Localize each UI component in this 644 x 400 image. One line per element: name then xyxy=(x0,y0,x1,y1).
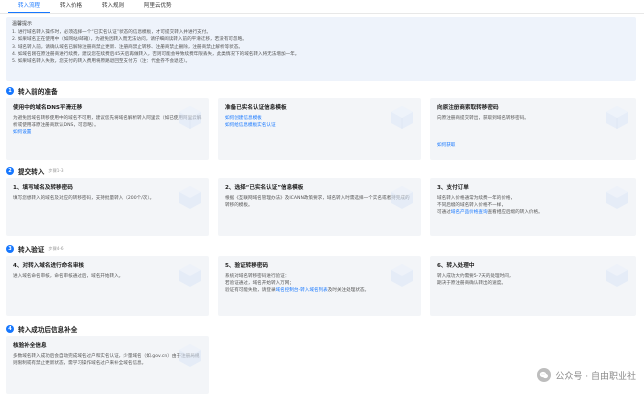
card-text: 为避免因域名转移使用中的域名不可用，建议您先将域名解析转入阿里云（如已使用阿里云… xyxy=(13,116,202,128)
cube-illustration-icon xyxy=(606,186,628,209)
card-text: 根据《互联网域名管理办法》及ICANN政策要求，域名转入时需选择一个实名或者持完… xyxy=(225,196,410,208)
step-number-badge: 3 xyxy=(6,245,14,253)
how-to-set-link[interactable]: 如何设置 xyxy=(13,129,202,136)
notice-box: 温馨提示 1. 进行域名转入操作时，必须选择一个“已实名认证”状态的信息模板，才… xyxy=(6,17,636,81)
step-title: 提交转入 xyxy=(18,168,45,176)
tab-transfer-process[interactable]: 转入流程 xyxy=(8,0,51,13)
notice-line: 5. 如果域名转入失败，您支付的转入费用将原路退回至支付方（注：代金券不会退还）… xyxy=(12,59,191,65)
step-header-1: 1 转入前的准备 xyxy=(6,86,58,96)
step-number-badge: 4 xyxy=(6,325,14,333)
step-range: 步骤1-3 xyxy=(48,168,64,173)
step-number-badge: 2 xyxy=(6,167,14,175)
card-title: 4、对转入域名进行命名审核 xyxy=(13,263,85,269)
step-header-2: 2 提交转入 步骤1-3 xyxy=(6,166,64,176)
card-title: 2、选择“已实名认证”信息模板 xyxy=(225,185,304,191)
card-text: 验证有可能失败，请登录域名控制台-转入域名列表及时关注处理状态。 xyxy=(225,287,414,294)
cube-illustration-icon xyxy=(179,186,201,209)
card-dns-migration: 使用中的域名DNS平滑迁移 为避免因域名转移使用中的域名不可用，建议您先将域名解… xyxy=(6,98,209,160)
card-info-template: 准备已实名认证信息模板 如何创建信息模板 如何给信息模板实名认证 xyxy=(218,98,421,160)
wechat-logo-icon xyxy=(537,368,552,382)
cube-illustration-icon xyxy=(391,264,413,287)
tab-transfer-rules[interactable]: 转入规则 xyxy=(92,0,134,13)
card-text: 向原注册商提交转出，获取到域名转移密码。 xyxy=(437,116,529,121)
create-template-link[interactable]: 如何创建信息模板 xyxy=(225,115,414,122)
card-text: 可通过域名产品价格查询查看相应后缀的转入价格。 xyxy=(437,209,629,216)
tab-aliyun-advantages[interactable]: 阿里云优势 xyxy=(134,0,182,13)
text-fragment: 可通过 xyxy=(437,210,451,215)
card-text: 系统对域名转移密码进行验证： xyxy=(225,274,290,279)
step-range: 步骤4-6 xyxy=(48,246,64,251)
how-to-get-link[interactable]: 如何获取 xyxy=(437,142,629,149)
notice-title: 温馨提示 xyxy=(12,21,33,27)
verify-template-link[interactable]: 如何给信息模板实名认证 xyxy=(225,122,414,129)
step-header-3: 3 转入验证 步骤4-6 xyxy=(6,244,64,254)
price-query-link[interactable]: 域名产品价格查询 xyxy=(451,210,488,215)
text-fragment: 查看相应后缀的转入价格。 xyxy=(487,210,543,215)
cube-illustration-icon xyxy=(391,186,413,209)
card-post-info-complete: 核验补全信息 多数域名转入成功后会自动完成域名过户和实名认证，少量域名（如.go… xyxy=(6,336,209,394)
wechat-watermark: 公众号 · 自由职业社 xyxy=(537,368,636,382)
text-fragment: 验证有可能失败，请登录 xyxy=(225,288,276,293)
tab-transfer-price[interactable]: 转入价格 xyxy=(50,0,92,13)
step-title: 转入前的准备 xyxy=(18,88,58,96)
cube-illustration-icon xyxy=(179,344,201,367)
step-header-4: 4 转入成功后信息补全 xyxy=(6,324,77,334)
card-step-select-template: 2、选择“已实名认证”信息模板 根据《互联网域名管理办法》及ICANN政策要求，… xyxy=(218,178,421,236)
tab-bar: 转入流程 转入价格 转入规则 阿里云优势 xyxy=(0,0,644,14)
cube-illustration-icon xyxy=(606,106,628,129)
card-title: 1、填写域名及转移密码 xyxy=(13,185,73,191)
card-title: 向原注册商索取转移密码 xyxy=(437,105,499,111)
cube-illustration-icon xyxy=(606,264,628,287)
card-text: 进入域名命名审核，命名审核通过后，域名开始转入。 xyxy=(13,274,124,279)
card-text: 若验证通过，域名开始转入万网； xyxy=(225,281,294,286)
card-transfer-code: 向原注册商索取转移密码 向原注册商提交转出，获取到域名转移密码。 如何获取 xyxy=(430,98,636,160)
watermark-text: 公众号 · 自由职业社 xyxy=(555,371,636,382)
card-step-processing: 6、转入处理中 转入成功大约需要5-7天的处理时间， 期决于原注册商确认转出的速… xyxy=(430,256,636,316)
card-title: 准备已实名认证信息模板 xyxy=(225,105,287,111)
card-step-fill-domain: 1、填写域名及转移密码 填写您想转入的域名及对应的转移密码，支持批量转入（200… xyxy=(6,178,209,236)
card-title: 3、支付订单 xyxy=(437,185,469,191)
card-text: 不同后缀的域名转入价格不一样， xyxy=(437,203,506,208)
card-title: 6、转入处理中 xyxy=(437,263,475,269)
card-text: 转入成功大约需要5-7天的处理时间， xyxy=(437,274,514,279)
card-title: 5、验证转移密码 xyxy=(225,263,269,269)
text-fragment: 及时关注处理状态。 xyxy=(327,288,370,293)
step-number-badge: 1 xyxy=(6,87,14,95)
notice-line: 1. 进行域名转入操作时，必须选择一个“已实名认证”状态的信息模板，才可提交转入… xyxy=(12,30,211,35)
card-text: 期决于原注册商确认转出的速度。 xyxy=(437,281,506,286)
card-text: 填写您想转入的域名及对应的转移密码，支持批量转入（200个/次）。 xyxy=(13,196,155,201)
card-step-verify-code: 5、验证转移密码 系统对域名转移密码进行验证： 若验证通过，域名开始转入万网； … xyxy=(218,256,421,316)
card-step-pay-order: 3、支付订单 域名转入价格通常为续费一年的价格， 不同后缀的域名转入价格不一样，… xyxy=(430,178,636,236)
console-transfer-list-link[interactable]: 域名控制台-转入域名列表 xyxy=(276,288,328,293)
card-title: 使用中的域名DNS平滑迁移 xyxy=(13,105,83,111)
notice-line: 3. 域名转入前，请确认域名已解除注册商禁止更新、注册商禁止转移、注册商禁止删除… xyxy=(12,44,243,50)
notice-line: 4. 如域名刚在原注册商进行续费，建议您在续费后45天后再做转入，否则可能会导致… xyxy=(12,51,300,57)
cube-illustration-icon xyxy=(391,106,413,129)
cube-illustration-icon xyxy=(179,264,201,287)
card-step-name-review: 4、对转入域名进行命名审核 进入域名命名审核，命名审核通过后，域名开始转入。 xyxy=(6,256,209,316)
cube-illustration-icon xyxy=(179,106,201,129)
step-title: 转入成功后信息补全 xyxy=(18,326,78,334)
card-text: 域名转入价格通常为续费一年的价格， xyxy=(437,196,516,201)
card-title: 核验补全信息 xyxy=(13,343,47,349)
step-title: 转入验证 xyxy=(18,246,45,254)
card-text: 多数域名转入成功后会自动完成域名过户和实名认证，少量域名（如.gov.cn）由于… xyxy=(13,354,200,366)
notice-line: 2. 如果域名正在使用中（如网站/邮箱），为避免因转入而无法访问，请仔细阅读转入… xyxy=(12,37,247,43)
